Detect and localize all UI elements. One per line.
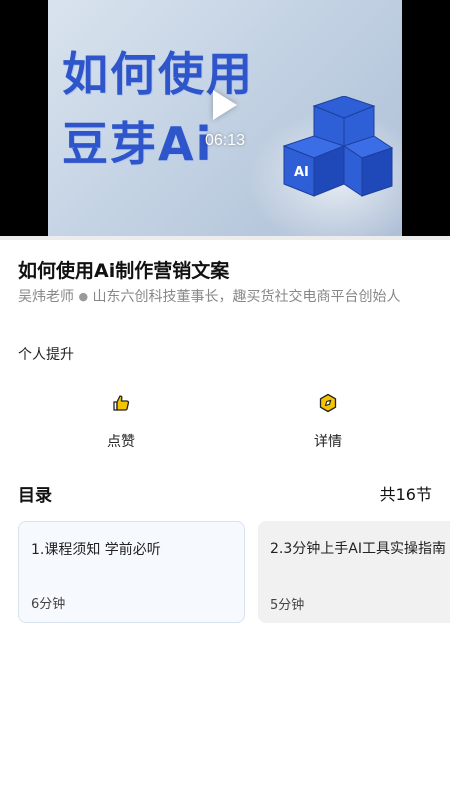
like-label: 点赞 (107, 434, 135, 450)
lesson-title: 2.3分钟上手AI工具实操指南 (270, 541, 446, 557)
separator-dot-icon: ● (78, 290, 89, 303)
section-divider (0, 236, 450, 240)
course-category: 个人提升 (18, 347, 74, 363)
lesson-duration: 6分钟 (31, 597, 66, 612)
lesson-title: 1.课程须知 学前必听 (31, 542, 161, 558)
teacher-name: 吴炜老师 (18, 289, 74, 305)
lesson-count: 共16节 (379, 485, 432, 504)
thumbs-up-icon (113, 395, 130, 411)
ai-cube-graphic: AI (282, 96, 394, 197)
video-duration: 06:13 (204, 132, 246, 149)
thumbnail-title-line2: 豆芽Ai (62, 117, 214, 171)
like-button[interactable]: 点赞 (71, 393, 171, 451)
detail-badge-icon (319, 393, 337, 413)
lesson-card[interactable]: 2.3分钟上手AI工具实操指南 5分钟 (258, 521, 450, 623)
play-icon[interactable] (213, 90, 237, 120)
detail-label: 详情 (314, 434, 342, 450)
course-meta: 吴炜老师 ● 山东六创科技董事长，趣买货社交电商平台创始人 (18, 285, 438, 309)
cube-label: AI (294, 165, 309, 180)
catalog-heading: 目录 (18, 486, 52, 506)
detail-button[interactable]: 详情 (278, 393, 378, 451)
teacher-description: 山东六创科技董事长，趣买货社交电商平台创始人 (92, 289, 401, 305)
lesson-duration: 5分钟 (270, 598, 305, 613)
course-title: 如何使用Ai制作营销文案 (18, 260, 230, 282)
video-player[interactable]: 如何使用 豆芽Ai AI 06:13 (0, 0, 450, 236)
lesson-card[interactable]: 1.课程须知 学前必听 6分钟 (18, 521, 245, 623)
